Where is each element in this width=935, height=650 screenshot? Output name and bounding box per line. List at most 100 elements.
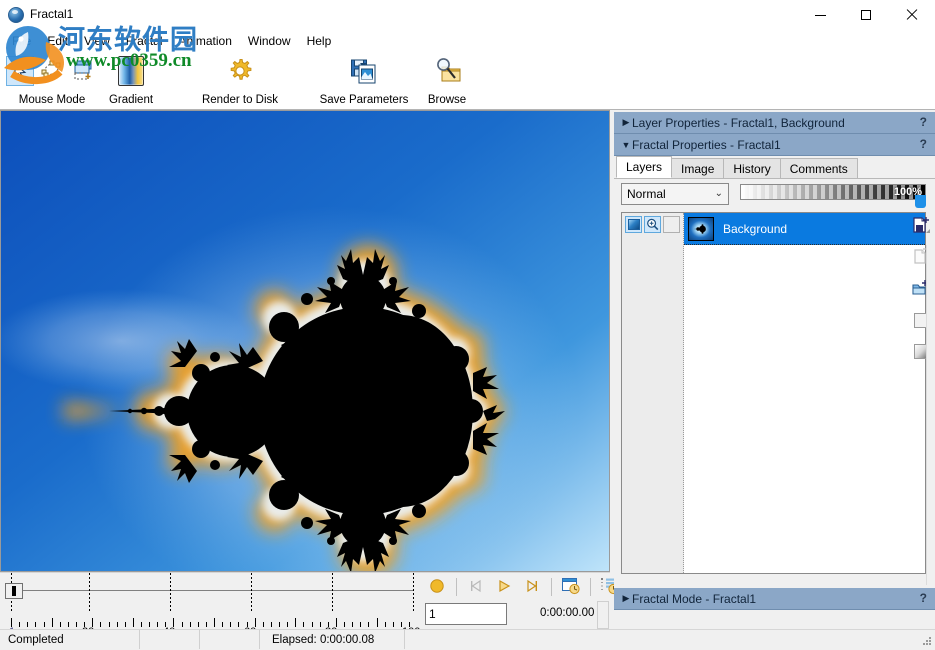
status-cell-elapsed: Elapsed: 0:00:00.08 bbox=[260, 630, 405, 649]
layer-empty-icon[interactable] bbox=[663, 216, 680, 233]
panel-header-layer-properties[interactable]: ▶ Layer Properties - Fractal1, Backgroun… bbox=[614, 112, 935, 134]
animation-timeline: 1 20 40 60 80 100 bbox=[0, 572, 610, 628]
timeline-track[interactable] bbox=[0, 573, 420, 613]
title-bar: Fractal1 bbox=[0, 0, 935, 30]
panel-title-fractal-properties: Fractal Properties - Fractal1 bbox=[632, 138, 781, 152]
layer-rows: Background bbox=[684, 213, 925, 573]
timeline-ruler bbox=[0, 613, 420, 627]
help-icon[interactable]: ? bbox=[920, 591, 927, 605]
opacity-gradient-bar: 100% bbox=[740, 184, 926, 200]
select-region-button[interactable] bbox=[70, 56, 98, 86]
minimize-button[interactable] bbox=[797, 0, 843, 30]
timeline-line bbox=[20, 590, 414, 591]
toolbar-divider bbox=[551, 578, 552, 596]
toolbar-divider bbox=[590, 578, 591, 596]
play-button[interactable] bbox=[491, 575, 517, 599]
layer-toggle-gutter bbox=[622, 213, 684, 573]
next-keyframe-button[interactable] bbox=[519, 575, 545, 599]
cursor-select-button[interactable] bbox=[6, 56, 34, 86]
main-toolbar: Mouse Mode Gradient bbox=[0, 51, 935, 110]
dock-scrollbar[interactable] bbox=[926, 245, 935, 585]
tab-comments[interactable]: Comments bbox=[780, 158, 858, 178]
save-floppy-icon bbox=[350, 57, 378, 85]
toolbar-group-mouse-mode: Mouse Mode bbox=[6, 51, 98, 110]
tab-history[interactable]: History bbox=[723, 158, 780, 178]
right-dock: ▶ Layer Properties - Fractal1, Backgroun… bbox=[614, 112, 935, 627]
menu-fractal[interactable]: Fractal bbox=[118, 32, 171, 50]
app-fractal-icon bbox=[8, 7, 24, 23]
toolbar-group-save-parameters: Save Parameters bbox=[308, 51, 420, 110]
timeline-window-icon bbox=[561, 577, 581, 598]
menu-file[interactable]: File bbox=[4, 32, 39, 50]
chevron-right-icon: ▶ bbox=[620, 117, 632, 128]
status-cell-empty-1 bbox=[140, 630, 200, 649]
status-bar: Completed Elapsed: 0:00:00.08 bbox=[0, 629, 935, 649]
close-icon bbox=[906, 9, 918, 21]
toolbar-divider bbox=[456, 578, 457, 596]
maximize-button[interactable] bbox=[843, 0, 889, 30]
layers-tab-panel: Normal ⌄ 100% bbox=[614, 178, 935, 582]
panel-header-fractal-properties[interactable]: ▼ Fractal Properties - Fractal1 ? bbox=[614, 134, 935, 156]
chevron-down-icon: ▼ bbox=[620, 140, 632, 150]
timeline-major-tick bbox=[251, 573, 252, 613]
prev-keyframe-icon bbox=[468, 578, 484, 597]
maximize-icon bbox=[861, 10, 871, 20]
playback-controls bbox=[424, 575, 623, 599]
panel-header-fractal-mode[interactable]: ▶ Fractal Mode - Fractal1 ? bbox=[614, 588, 935, 610]
timeline-window-button[interactable] bbox=[558, 575, 584, 599]
record-keyframe-button[interactable] bbox=[424, 575, 450, 599]
opacity-slider-thumb[interactable] bbox=[915, 195, 926, 208]
toolbar-group-render-to-disk: Render to Disk bbox=[180, 51, 300, 110]
node-edit-icon bbox=[41, 60, 63, 83]
blend-mode-value: Normal bbox=[627, 187, 666, 201]
node-edit-button[interactable] bbox=[38, 56, 66, 86]
timeline-playhead-handle[interactable] bbox=[5, 583, 23, 599]
mandelbrot-image bbox=[1, 111, 609, 571]
timeline-major-tick bbox=[413, 573, 414, 613]
timeline-major-tick bbox=[332, 573, 333, 613]
blend-mode-select[interactable]: Normal ⌄ bbox=[621, 183, 729, 205]
timeline-major-tick bbox=[89, 573, 90, 613]
window-title: Fractal1 bbox=[30, 7, 73, 21]
layer-name-label: Background bbox=[723, 222, 787, 236]
fractal-render[interactable] bbox=[0, 110, 610, 572]
mandelbrot-thumb-icon bbox=[688, 217, 714, 241]
opacity-slider[interactable]: 100% bbox=[740, 184, 926, 204]
toolbar-group-gradient: Gradient bbox=[100, 51, 162, 110]
tab-layers[interactable]: Layers bbox=[616, 156, 672, 178]
add-layer-button[interactable] bbox=[910, 216, 932, 238]
next-keyframe-icon bbox=[524, 578, 540, 597]
save-parameters-button[interactable] bbox=[347, 56, 381, 86]
resize-grip-icon[interactable] bbox=[921, 635, 933, 647]
help-icon[interactable]: ? bbox=[920, 115, 927, 129]
cursor-select-icon bbox=[13, 63, 27, 79]
gradient-button[interactable] bbox=[114, 56, 148, 86]
menu-animation[interactable]: Animation bbox=[171, 32, 240, 50]
minimize-icon bbox=[815, 15, 826, 16]
panel-tabs: Layers Image History Comments bbox=[614, 156, 935, 178]
browse-button[interactable] bbox=[430, 56, 464, 86]
frame-number-input[interactable] bbox=[425, 603, 507, 625]
toolbar-group-browse: Browse bbox=[420, 51, 474, 110]
status-cell-empty-3 bbox=[405, 630, 525, 649]
layer-list: Background bbox=[621, 212, 926, 574]
prev-keyframe-button[interactable] bbox=[463, 575, 489, 599]
time-display: 0:00:00.00 bbox=[540, 607, 594, 619]
window-controls bbox=[797, 0, 935, 30]
menu-edit[interactable]: Edit bbox=[39, 32, 76, 50]
layer-zoom-icon[interactable] bbox=[644, 216, 661, 233]
layer-visible-icon[interactable] bbox=[625, 216, 642, 233]
menu-window[interactable]: Window bbox=[240, 32, 299, 50]
gradient-swatch-icon bbox=[118, 56, 144, 86]
render-to-disk-button[interactable] bbox=[223, 56, 257, 86]
close-button[interactable] bbox=[889, 0, 935, 30]
menu-help[interactable]: Help bbox=[299, 32, 340, 50]
tab-image[interactable]: Image bbox=[671, 158, 724, 178]
chevron-right-icon: ▶ bbox=[620, 593, 632, 604]
browse-folder-search-icon bbox=[433, 57, 461, 85]
help-icon[interactable]: ? bbox=[920, 137, 927, 151]
table-row[interactable]: Background bbox=[684, 213, 925, 245]
menu-view[interactable]: View bbox=[76, 32, 118, 50]
play-icon bbox=[496, 578, 512, 597]
timeline-scrollbar[interactable] bbox=[597, 601, 609, 629]
